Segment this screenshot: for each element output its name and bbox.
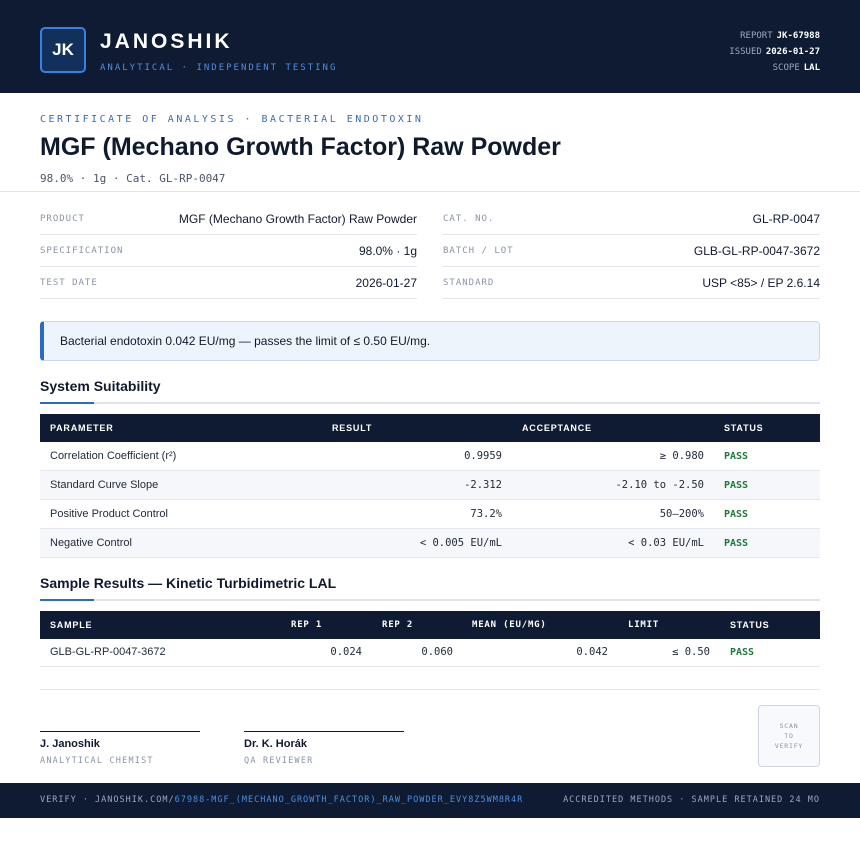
info-label: BATCH / LOT bbox=[443, 245, 514, 256]
table-row: Positive Product Control 73.2% 50–200% P… bbox=[40, 500, 820, 529]
parameter-cell: Positive Product Control bbox=[50, 508, 168, 520]
result-summary-banner: Bacterial endotoxin 0.042 EU/mg — passes… bbox=[40, 321, 820, 361]
qr-caption: SCAN bbox=[779, 722, 799, 730]
result-cell: -2.312 bbox=[464, 479, 502, 491]
acceptance-cell: < 0.03 EU/mL bbox=[628, 537, 704, 549]
brand-logo: JK bbox=[40, 27, 86, 73]
signatory-role: QA REVIEWER bbox=[244, 756, 314, 766]
page-title: MGF (Mechano Growth Factor) Raw Powder bbox=[40, 133, 561, 161]
info-label: CAT. NO. bbox=[443, 213, 495, 224]
signatory-name: J. Janoshik bbox=[40, 738, 100, 750]
column-header: LIMIT bbox=[628, 620, 660, 630]
acceptance-cell: -2.10 to -2.50 bbox=[615, 479, 704, 491]
info-label: STANDARD bbox=[443, 277, 495, 288]
info-row-specification: SPECIFICATION 98.0% · 1g bbox=[40, 235, 417, 267]
report-value: JK-67988 bbox=[776, 31, 820, 41]
status-badge: PASS bbox=[724, 509, 749, 520]
report-footer: VERIFY · JANOSHIK.COM/67988-MGF_(MECHANO… bbox=[0, 783, 860, 818]
issued-value: 2026-01-27 bbox=[765, 47, 820, 57]
column-header: ACCEPTANCE bbox=[522, 423, 592, 433]
column-header: STATUS bbox=[730, 620, 770, 630]
signatory-role: ANALYTICAL CHEMIST bbox=[40, 756, 154, 766]
verify-qr-code[interactable]: SCAN TO VERIFY bbox=[758, 705, 820, 767]
section-title-system-suitability: System Suitability bbox=[40, 378, 161, 394]
qr-caption: TO bbox=[784, 732, 794, 740]
info-value: GLB-GL-RP-0047-3672 bbox=[693, 243, 820, 258]
divider bbox=[40, 689, 820, 690]
table-header: SAMPLE REP 1 REP 2 MEAN (EU/MG) LIMIT ST… bbox=[40, 611, 820, 639]
result-cell: 0.9959 bbox=[464, 450, 502, 462]
parameter-cell: Correlation Coefficient (r²) bbox=[50, 450, 177, 462]
column-header: SAMPLE bbox=[50, 620, 93, 630]
section-title-sample-results: Sample Results — Kinetic Turbidimetric L… bbox=[40, 575, 337, 591]
result-cell: 73.2% bbox=[470, 508, 502, 520]
qr-caption: VERIFY bbox=[774, 742, 804, 750]
info-label: TEST DATE bbox=[40, 277, 98, 288]
document-eyebrow: CERTIFICATE OF ANALYSIS · BACTERIAL ENDO… bbox=[40, 114, 424, 125]
rep1-cell: 0.024 bbox=[330, 646, 362, 658]
section-rule bbox=[40, 599, 820, 601]
report-header: JK JANOSHIK ANALYTICAL · INDEPENDENT TES… bbox=[0, 0, 860, 93]
brand-name: JANOSHIK bbox=[100, 30, 233, 53]
divider bbox=[0, 191, 860, 192]
signature-line bbox=[40, 731, 200, 732]
column-header: STATUS bbox=[724, 423, 764, 433]
section-rule-accent bbox=[40, 402, 94, 404]
verify-link[interactable]: 67988-MGF_(MECHANO_GROWTH_FACTOR)_RAW_PO… bbox=[175, 795, 524, 805]
info-label: SPECIFICATION bbox=[40, 245, 124, 256]
table-header: PARAMETER RESULT ACCEPTANCE STATUS bbox=[40, 414, 820, 442]
page-subtitle: 98.0% · 1g · Cat. GL-RP-0047 bbox=[40, 172, 226, 185]
column-header: PARAMETER bbox=[50, 423, 114, 433]
info-row-batch: BATCH / LOT GLB-GL-RP-0047-3672 bbox=[443, 235, 820, 267]
scope-line: SCOPE LAL bbox=[729, 60, 820, 76]
section-rule-accent bbox=[40, 599, 94, 601]
section-rule bbox=[40, 402, 820, 404]
report-id-line: REPORT JK-67988 bbox=[729, 28, 820, 44]
report-label: REPORT bbox=[740, 31, 773, 41]
info-row-standard: STANDARD USP <85> / EP 2.6.14 bbox=[443, 267, 820, 299]
status-badge: PASS bbox=[724, 451, 749, 462]
info-row-cat-no: CAT. NO. GL-RP-0047 bbox=[443, 203, 820, 235]
parameter-cell: Negative Control bbox=[50, 537, 132, 549]
report-meta: REPORT JK-67988 ISSUED 2026-01-27 SCOPE LAL bbox=[729, 28, 820, 76]
info-value: USP <85> / EP 2.6.14 bbox=[702, 275, 820, 290]
info-value: 2026-01-27 bbox=[355, 275, 417, 290]
acceptance-cell: ≥ 0.980 bbox=[659, 450, 704, 462]
table-row: Negative Control < 0.005 EU/mL < 0.03 EU… bbox=[40, 529, 820, 558]
info-value: 98.0% · 1g bbox=[358, 243, 417, 258]
footer-note: ACCREDITED METHODS · SAMPLE RETAINED 24 … bbox=[563, 795, 820, 805]
scope-label: SCOPE bbox=[772, 63, 800, 73]
acceptance-cell: 50–200% bbox=[659, 508, 704, 520]
result-cell: < 0.005 EU/mL bbox=[419, 537, 502, 549]
info-label: PRODUCT bbox=[40, 213, 85, 224]
signatory-name: Dr. K. Horák bbox=[244, 738, 307, 750]
status-badge: PASS bbox=[724, 480, 749, 491]
brand-tagline: ANALYTICAL · INDEPENDENT TESTING bbox=[100, 63, 338, 73]
info-row-product: PRODUCT MGF (Mechano Growth Factor) Raw … bbox=[40, 203, 417, 235]
limit-cell: ≤ 0.50 bbox=[672, 646, 710, 658]
table-row: Standard Curve Slope -2.312 -2.10 to -2.… bbox=[40, 471, 820, 500]
column-header: RESULT bbox=[332, 423, 373, 433]
column-header: REP 2 bbox=[382, 620, 414, 630]
verify-line: VERIFY · JANOSHIK.COM/67988-MGF_(MECHANO… bbox=[40, 783, 523, 818]
issued-label: ISSUED bbox=[729, 47, 762, 57]
mean-cell: 0.042 bbox=[576, 646, 608, 658]
table-row: Correlation Coefficient (r²) 0.9959 ≥ 0.… bbox=[40, 442, 820, 471]
parameter-cell: Standard Curve Slope bbox=[50, 479, 159, 491]
table-row: GLB-GL-RP-0047-3672 0.024 0.060 0.042 ≤ … bbox=[40, 639, 820, 667]
status-badge: PASS bbox=[724, 538, 749, 549]
rep2-cell: 0.060 bbox=[421, 646, 453, 658]
sample-cell: GLB-GL-RP-0047-3672 bbox=[50, 646, 166, 658]
signature-line bbox=[244, 731, 404, 732]
verify-prefix: VERIFY · JANOSHIK.COM/ bbox=[40, 795, 175, 805]
info-value: GL-RP-0047 bbox=[752, 211, 820, 226]
column-header: MEAN (EU/MG) bbox=[472, 620, 547, 630]
info-value: MGF (Mechano Growth Factor) Raw Powder bbox=[178, 211, 417, 226]
column-header: REP 1 bbox=[291, 620, 323, 630]
issued-line: ISSUED 2026-01-27 bbox=[729, 44, 820, 60]
info-row-test-date: TEST DATE 2026-01-27 bbox=[40, 267, 417, 299]
status-badge: PASS bbox=[730, 647, 755, 658]
scope-value: LAL bbox=[803, 63, 820, 73]
